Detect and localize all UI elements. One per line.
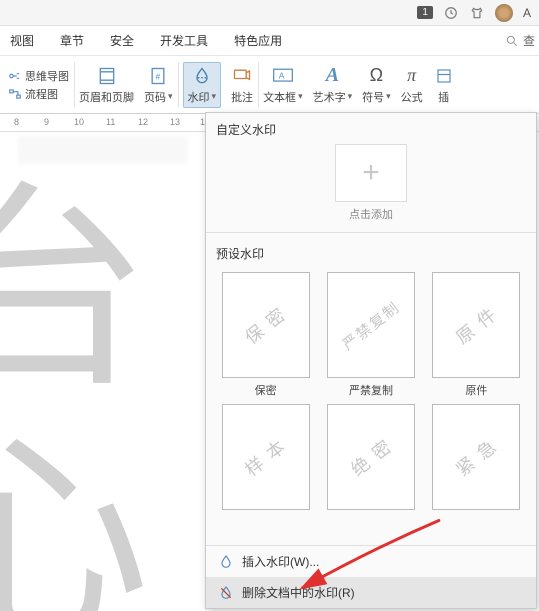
preset-wm-text: 紧 急 [450, 432, 503, 481]
chevron-down-icon: ▾ [348, 91, 353, 102]
chevron-down-icon: ▾ [212, 91, 217, 102]
chevron-down-icon: ▾ [386, 91, 391, 102]
custom-watermark-title: 自定义水印 [206, 113, 536, 144]
preset-grid: 保 密 保密 严禁复制 严禁复制 原 件 原件 样 本 绝 密 紧 急 [206, 268, 536, 516]
watermark-insert-icon [218, 554, 234, 570]
header-footer-icon [97, 66, 117, 86]
preset-wm-text: 原 件 [450, 300, 503, 349]
ruler-tick: 8 [14, 117, 19, 127]
avatar[interactable] [495, 4, 513, 22]
preset-original[interactable]: 原 件 原件 [429, 272, 524, 398]
sync-icon[interactable] [443, 5, 459, 21]
search-button[interactable]: 查 [505, 32, 535, 49]
preset-sample[interactable]: 样 本 [218, 404, 313, 510]
page-number-button[interactable]: # 页码▾ [140, 56, 177, 113]
annotation-button[interactable]: 批注 [227, 56, 257, 113]
watermark-char: 心 [0, 362, 150, 611]
flowchart-button[interactable]: 流程图 [8, 86, 58, 102]
preset-label: 保密 [255, 382, 277, 398]
insert-more-button[interactable]: 插 [429, 56, 459, 113]
ruler-tick: 9 [44, 117, 49, 127]
search-icon [505, 34, 519, 48]
ruler-tick: 11 [106, 117, 115, 127]
header-footer-label: 页眉和页脚 [79, 89, 134, 105]
ribbon: 思维导图 流程图 页眉和页脚 # 页码▾ 水印▾ 批注 A 文本框▾ A 艺术字… [0, 56, 539, 114]
dropdown-footer: 插入水印(W)... 删除文档中的水印(R) [206, 545, 536, 608]
add-watermark-button[interactable]: + 点击添加 [216, 144, 526, 222]
ruler-tick: 12 [138, 117, 148, 127]
mindmap-label: 思维导图 [25, 68, 69, 84]
plus-icon: + [362, 158, 380, 188]
preset-watermark-title: 预设水印 [206, 237, 536, 268]
preset-wm-text: 严禁复制 [338, 296, 405, 354]
textbox-icon: A [272, 67, 294, 85]
svg-text:A: A [279, 70, 285, 80]
tab-devtools[interactable]: 开发工具 [154, 26, 214, 55]
tab-view[interactable]: 视图 [4, 26, 40, 55]
ribbon-group-diagrams: 思维导图 流程图 [4, 56, 73, 113]
symbol-icon: Ω [370, 65, 383, 86]
user-initial: A [523, 6, 531, 20]
notification-badge[interactable]: 1 [417, 6, 433, 19]
mindmap-icon [8, 70, 22, 82]
preset-wm-text: 样 本 [239, 432, 292, 481]
textbox-button[interactable]: A 文本框▾ [259, 56, 307, 113]
watermark-remove-icon [218, 585, 234, 601]
textbox-label: 文本框 [263, 89, 296, 105]
svg-text:#: # [156, 71, 161, 81]
tab-special[interactable]: 特色应用 [228, 26, 288, 55]
mindmap-button[interactable]: 思维导图 [8, 68, 69, 84]
ruler-tick: 10 [74, 117, 84, 127]
formula-label: 公式 [401, 89, 423, 105]
annotation-icon [232, 66, 252, 86]
chevron-down-icon: ▾ [168, 91, 173, 102]
preset-urgent[interactable]: 紧 急 [429, 404, 524, 510]
insert-label: 插 [438, 89, 449, 105]
flowchart-label: 流程图 [25, 86, 58, 102]
watermark-icon [192, 66, 212, 86]
insert-icon [435, 67, 453, 85]
preset-label: 严禁复制 [349, 382, 393, 398]
skin-icon[interactable] [469, 5, 485, 21]
ribbon-tabs: 视图 章节 安全 开发工具 特色应用 查 [0, 26, 539, 56]
insert-watermark-label: 插入水印(W)... [242, 553, 319, 570]
insert-watermark-menuitem[interactable]: 插入水印(W)... [206, 546, 536, 577]
formula-icon: π [407, 65, 416, 86]
preset-label: 原件 [465, 382, 487, 398]
preset-top-secret[interactable]: 绝 密 [323, 404, 418, 510]
wordart-label: 艺术字 [313, 89, 346, 105]
watermark-label: 水印 [188, 89, 210, 105]
chevron-down-icon: ▾ [298, 91, 303, 102]
symbol-button[interactable]: Ω 符号▾ [358, 56, 395, 113]
page-number-icon: # [148, 66, 168, 86]
ruler-tick: 13 [170, 117, 180, 127]
preset-wm-text: 保 密 [239, 300, 292, 349]
page-number-label: 页码 [144, 89, 166, 105]
header-footer-button[interactable]: 页眉和页脚 [75, 56, 138, 113]
preset-wm-text: 绝 密 [345, 432, 398, 481]
symbol-label: 符号 [362, 89, 384, 105]
flowchart-icon [8, 88, 22, 100]
preset-no-copy[interactable]: 严禁复制 严禁复制 [323, 272, 418, 398]
titlebar: 1 A [0, 0, 539, 26]
tab-security[interactable]: 安全 [104, 26, 140, 55]
remove-watermark-label: 删除文档中的水印(R) [242, 584, 355, 601]
wordart-icon: A [326, 64, 339, 87]
divider [206, 232, 536, 233]
add-watermark-label: 点击添加 [349, 206, 393, 222]
search-label: 查 [523, 32, 535, 49]
wordart-button[interactable]: A 艺术字▾ [309, 56, 357, 113]
watermark-button[interactable]: 水印▾ [179, 56, 226, 113]
annotation-label: 批注 [231, 89, 253, 105]
watermark-dropdown: 自定义水印 + 点击添加 预设水印 保 密 保密 严禁复制 严禁复制 原 件 原… [205, 112, 537, 609]
preset-confidential[interactable]: 保 密 保密 [218, 272, 313, 398]
remove-watermark-menuitem[interactable]: 删除文档中的水印(R) [206, 577, 536, 608]
formula-button[interactable]: π 公式 [397, 56, 427, 113]
tab-chapter[interactable]: 章节 [54, 26, 90, 55]
